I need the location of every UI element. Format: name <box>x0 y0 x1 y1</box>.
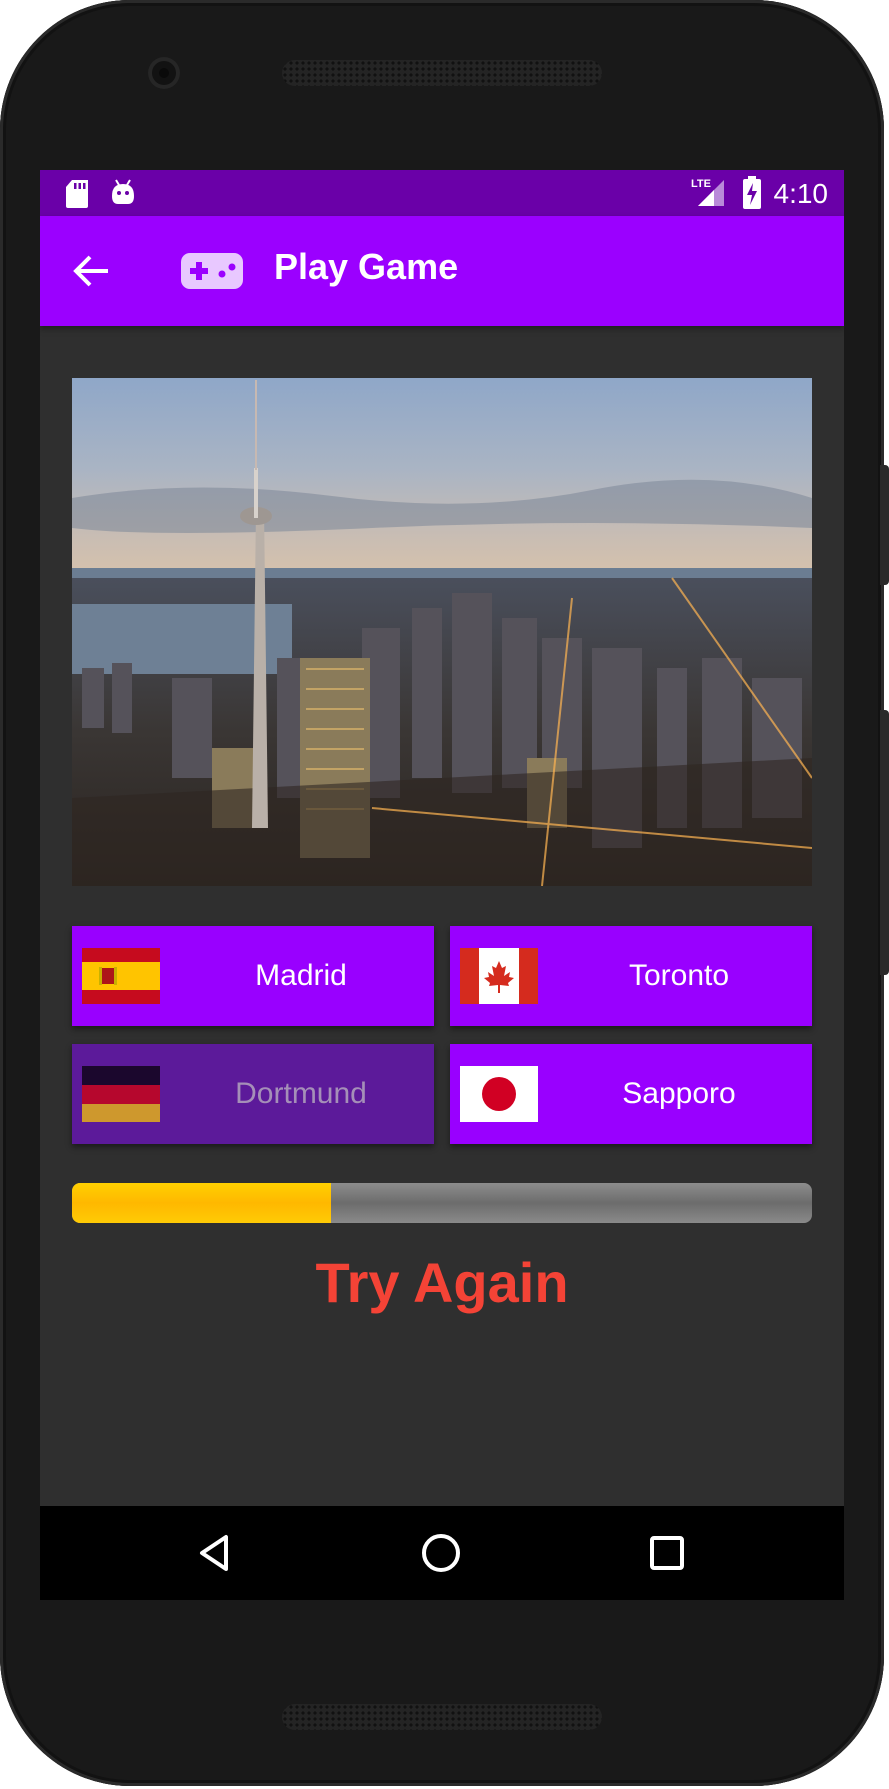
bottom-speaker <box>282 1704 602 1730</box>
svg-text:LTE: LTE <box>691 178 711 190</box>
recents-square-icon[interactable] <box>642 1528 692 1578</box>
answer-button-madrid[interactable]: Madrid <box>72 926 434 1026</box>
answer-label: Dortmund <box>235 1077 367 1110</box>
device-screen: LTE 4:10 Play Game Madrid Toronto Dortmu… <box>40 170 844 1600</box>
page-title: Play Game <box>274 246 459 287</box>
answer-label: Sapporo <box>622 1077 736 1110</box>
volume-button <box>880 710 889 975</box>
power-button <box>880 465 889 585</box>
navigation-bar <box>40 1506 844 1600</box>
android-icon <box>112 179 134 204</box>
result-message: Try Again <box>315 1251 569 1314</box>
japan-flag-icon <box>460 1066 538 1122</box>
answer-button-sapporo[interactable]: Sapporo <box>450 1044 812 1144</box>
answer-button-toronto[interactable]: Toronto <box>450 926 812 1026</box>
answer-label: Toronto <box>628 959 730 992</box>
top-speaker <box>282 60 602 86</box>
answer-label: Madrid <box>255 959 347 992</box>
status-bar: LTE 4:10 <box>40 170 844 216</box>
battery-charging-icon <box>743 176 761 209</box>
progress-fill <box>72 1183 331 1223</box>
lte-signal-icon: LTE <box>691 178 724 206</box>
back-triangle-icon[interactable] <box>192 1528 242 1578</box>
status-time: 4:10 <box>773 178 829 209</box>
home-circle-icon[interactable] <box>416 1528 466 1578</box>
gamepad-icon <box>181 253 243 289</box>
spain-flag-icon <box>82 948 160 1004</box>
answer-button-dortmund[interactable]: Dortmund <box>72 1044 434 1144</box>
app-bar: Play Game <box>40 216 844 326</box>
sd-card-icon <box>66 180 88 208</box>
progress-bar <box>72 1183 812 1223</box>
canada-flag-icon <box>460 948 538 1004</box>
phone-frame: LTE 4:10 Play Game Madrid Toronto Dortmu… <box>0 0 889 1786</box>
arrow-back-icon[interactable] <box>70 249 114 293</box>
front-camera <box>148 57 180 89</box>
city-skyline-photo <box>72 378 812 886</box>
germany-flag-icon <box>82 1066 160 1122</box>
